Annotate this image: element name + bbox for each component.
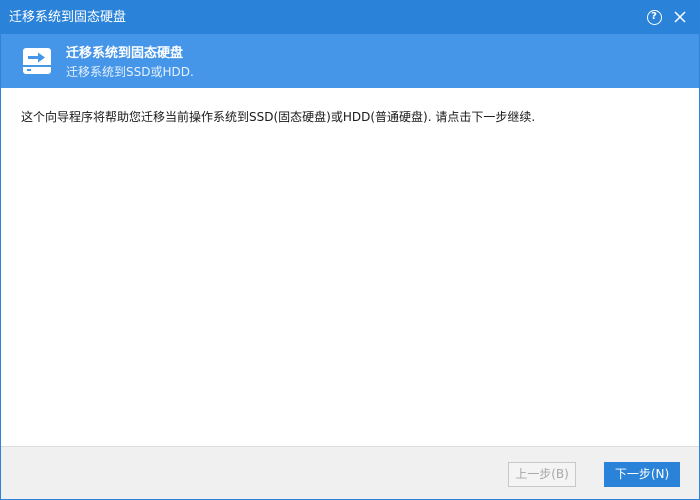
wizard-description: 这个向导程序将帮助您迁移当前操作系统到SSD(固态硬盘)或HDD(普通硬盘). … [21, 110, 536, 124]
wizard-window: 迁移系统到固态硬盘 ? 迁移系统到固态硬盘 迁移系统到SSD或HDD. 这个向导… [0, 0, 700, 500]
footer-bar: 上一步(B) 下一步(N) [1, 446, 699, 499]
close-button[interactable] [669, 6, 691, 28]
next-button[interactable]: 下一步(N) [604, 462, 680, 487]
banner-subtitle: 迁移系统到SSD或HDD. [66, 65, 194, 79]
window-title: 迁移系统到固态硬盘 [9, 10, 127, 25]
drive-arrow-icon [22, 47, 52, 79]
header-banner: 迁移系统到固态硬盘 迁移系统到SSD或HDD. [1, 34, 699, 88]
previous-button[interactable]: 上一步(B) [508, 462, 576, 487]
title-bar[interactable]: 迁移系统到固态硬盘 ? [1, 1, 699, 34]
help-icon: ? [646, 9, 662, 25]
banner-title: 迁移系统到固态硬盘 [66, 46, 184, 61]
close-icon [674, 11, 686, 23]
content-area: 这个向导程序将帮助您迁移当前操作系统到SSD(固态硬盘)或HDD(普通硬盘). … [1, 88, 699, 446]
help-button[interactable]: ? [643, 6, 665, 28]
